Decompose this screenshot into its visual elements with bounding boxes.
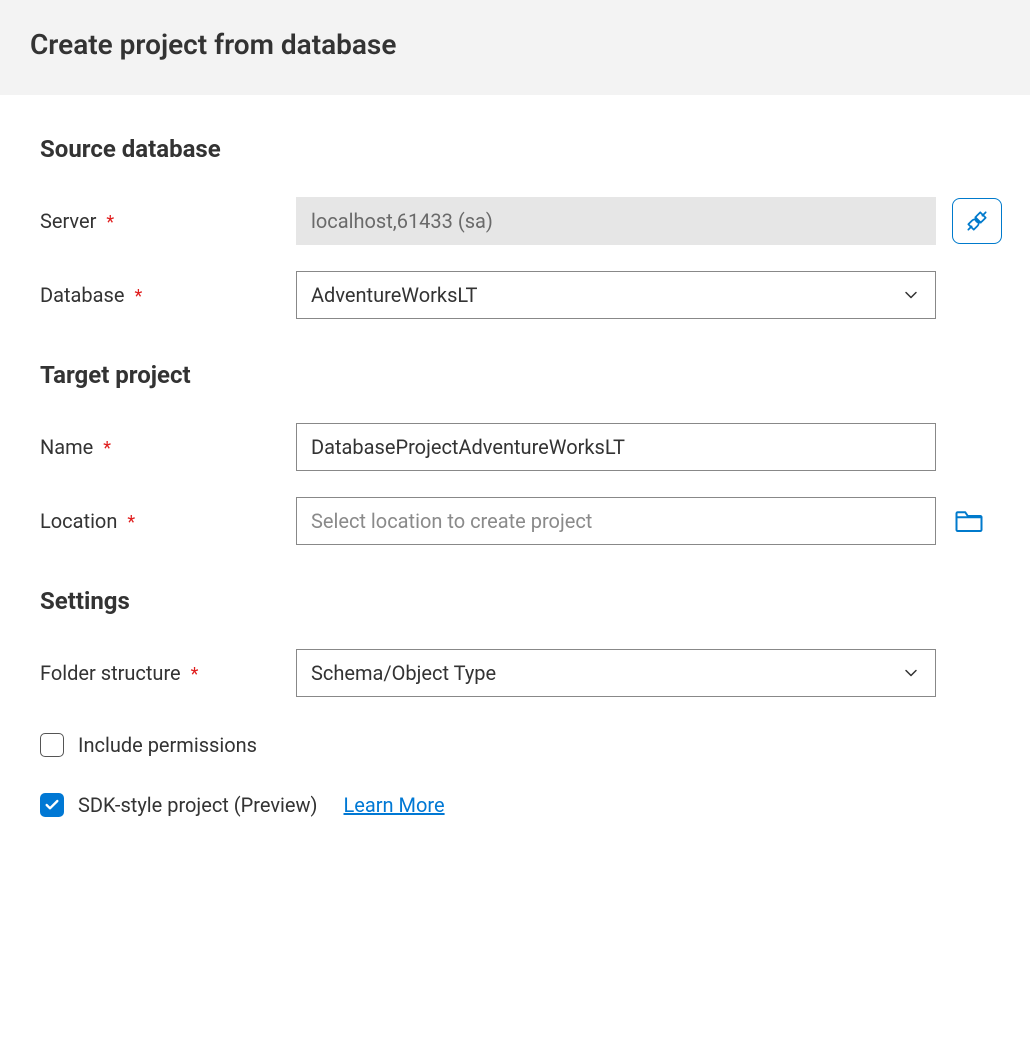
server-label: Server <box>40 209 96 233</box>
name-label-wrap: Name * <box>40 435 288 459</box>
location-label: Location <box>40 509 117 533</box>
chevron-down-icon <box>901 285 921 305</box>
settings-heading: Settings <box>40 587 1000 615</box>
database-label-wrap: Database * <box>40 283 288 307</box>
folder-structure-label-wrap: Folder structure * <box>40 661 288 685</box>
server-label-wrap: Server * <box>40 209 288 233</box>
folder-structure-value: Schema/Object Type <box>311 661 496 685</box>
sdk-style-label: SDK-style project (Preview) <box>78 793 317 817</box>
plug-icon <box>964 208 990 234</box>
sdk-style-checkbox[interactable] <box>40 793 64 817</box>
check-icon <box>44 797 60 813</box>
database-label: Database <box>40 283 124 307</box>
target-project-heading: Target project <box>40 361 1000 389</box>
learn-more-link[interactable]: Learn More <box>343 793 444 817</box>
folder-structure-label: Folder structure <box>40 661 181 685</box>
dialog-title: Create project from database <box>30 28 1000 61</box>
required-indicator: * <box>134 288 142 306</box>
dialog-header: Create project from database <box>0 0 1030 95</box>
location-label-wrap: Location * <box>40 509 288 533</box>
folder-structure-row: Folder structure * Schema/Object Type <box>40 649 1000 697</box>
folder-structure-select[interactable]: Schema/Object Type <box>296 649 936 697</box>
source-database-heading: Source database <box>40 135 1000 163</box>
database-select-value: AdventureWorksLT <box>311 283 477 307</box>
include-permissions-label: Include permissions <box>78 733 257 757</box>
browse-location-button[interactable] <box>952 504 986 538</box>
name-label: Name <box>40 435 93 459</box>
location-input[interactable] <box>296 497 936 545</box>
required-indicator: * <box>106 214 114 232</box>
name-row: Name * <box>40 423 1000 471</box>
include-permissions-checkbox[interactable] <box>40 733 64 757</box>
dialog-content: Source database Server * <box>0 95 1030 847</box>
server-field-wrap <box>296 197 936 245</box>
folder-icon <box>954 508 984 534</box>
required-indicator: * <box>103 440 111 458</box>
project-name-input[interactable] <box>296 423 936 471</box>
database-row: Database * AdventureWorksLT <box>40 271 1000 319</box>
include-permissions-row: Include permissions <box>40 733 1000 757</box>
database-select[interactable]: AdventureWorksLT <box>296 271 936 319</box>
server-input <box>296 197 936 245</box>
connect-server-button[interactable] <box>952 198 1002 244</box>
required-indicator: * <box>191 666 199 684</box>
server-row: Server * <box>40 197 1000 245</box>
location-row: Location * <box>40 497 1000 545</box>
chevron-down-icon <box>901 663 921 683</box>
required-indicator: * <box>127 514 135 532</box>
sdk-style-row: SDK-style project (Preview) Learn More <box>40 793 1000 817</box>
